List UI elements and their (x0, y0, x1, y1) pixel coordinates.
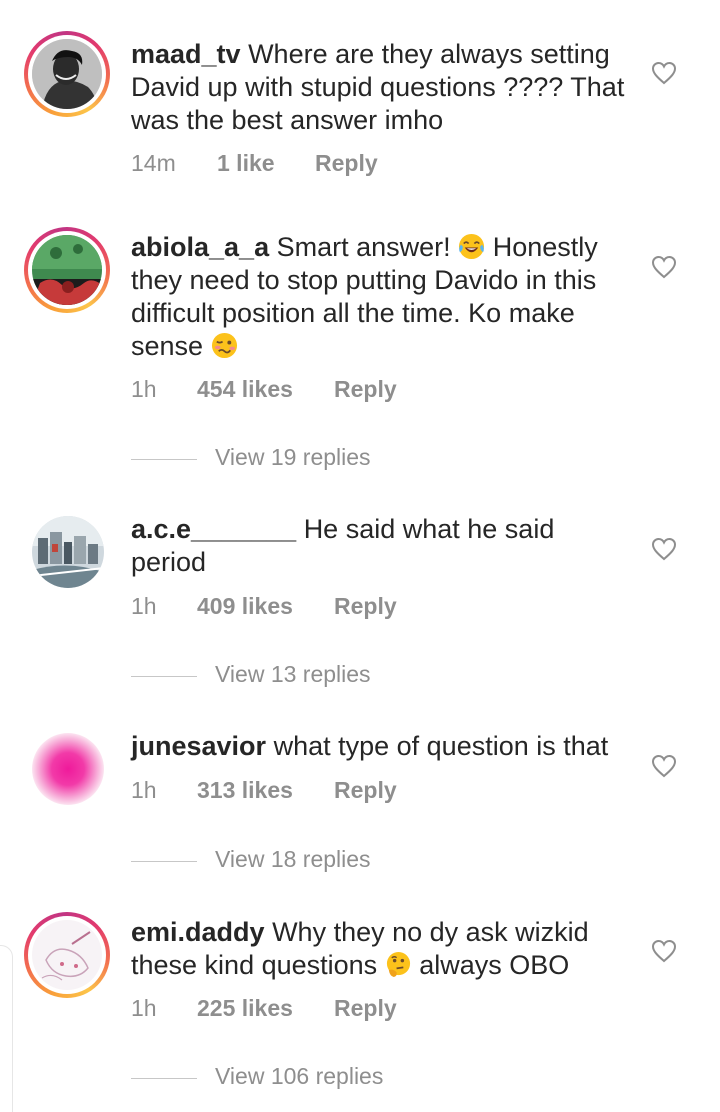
comment-body: Smart answer! (276, 232, 451, 262)
profile-photo-man (32, 39, 102, 109)
profile-photo-pink (32, 733, 104, 805)
view-replies-label[interactable]: View 106 replies (215, 1063, 383, 1090)
username[interactable]: a.c.e_______ (131, 514, 296, 544)
divider (131, 459, 197, 460)
reply-button[interactable]: Reply (334, 995, 397, 1022)
face-with-tears-of-joy-icon (459, 233, 485, 260)
heart-icon[interactable] (651, 61, 677, 85)
timestamp: 1h (131, 995, 157, 1021)
heart-icon[interactable] (651, 537, 677, 561)
reply-button[interactable]: Reply (334, 777, 397, 804)
timestamp: 1h (131, 376, 157, 402)
comment-text: junesavior what type of question is that (131, 730, 631, 763)
view-replies-button[interactable]: View 13 replies (131, 661, 531, 691)
comment-text: maad_tv Where are they always setting Da… (131, 38, 631, 137)
profile-photo-green (32, 235, 102, 305)
comment-text: emi.daddy Why they no dy ask wizkid thes… (131, 916, 631, 982)
timestamp: 1h (131, 777, 157, 803)
heart-icon[interactable] (651, 939, 677, 963)
divider (131, 861, 197, 862)
username[interactable]: abiola_a_a (131, 232, 269, 262)
divider (131, 1078, 197, 1079)
reply-button[interactable]: Reply (334, 593, 397, 620)
comment-body: what type of question is that (273, 731, 609, 761)
username[interactable]: maad_tv (131, 39, 241, 69)
likes-count[interactable]: 225 likes (197, 995, 293, 1022)
likes-count[interactable]: 313 likes (197, 777, 293, 804)
thinking-face-icon (386, 951, 410, 978)
timestamp: 14m (131, 150, 176, 176)
avatar[interactable] (32, 733, 104, 805)
comment-body-continued: always OBO (419, 950, 570, 980)
avatar[interactable] (24, 31, 110, 117)
profile-photo-sketch (32, 920, 102, 990)
side-panel-edge (0, 945, 13, 1112)
avatar[interactable] (32, 516, 104, 588)
woozy-face-icon (211, 332, 237, 359)
comment-text: abiola_a_a Smart answer! Honestly they n… (131, 231, 631, 363)
profile-photo-city (32, 516, 104, 588)
username[interactable]: junesavior (131, 731, 266, 761)
username[interactable]: emi.daddy (131, 917, 265, 947)
reply-button[interactable]: Reply (315, 150, 378, 177)
view-replies-button[interactable]: View 106 replies (131, 1063, 531, 1093)
view-replies-label[interactable]: View 13 replies (215, 661, 371, 688)
avatar[interactable] (24, 912, 110, 998)
view-replies-label[interactable]: View 19 replies (215, 444, 371, 471)
view-replies-label[interactable]: View 18 replies (215, 846, 371, 873)
comment-text: a.c.e_______ He said what he said period (131, 513, 631, 579)
heart-icon[interactable] (651, 754, 677, 778)
avatar[interactable] (24, 227, 110, 313)
likes-count[interactable]: 409 likes (197, 593, 293, 620)
heart-icon[interactable] (651, 255, 677, 279)
likes-count[interactable]: 454 likes (197, 376, 293, 403)
reply-button[interactable]: Reply (334, 376, 397, 403)
view-replies-button[interactable]: View 18 replies (131, 846, 531, 876)
likes-count[interactable]: 1 like (217, 150, 275, 177)
timestamp: 1h (131, 593, 157, 619)
divider (131, 676, 197, 677)
view-replies-button[interactable]: View 19 replies (131, 444, 531, 474)
